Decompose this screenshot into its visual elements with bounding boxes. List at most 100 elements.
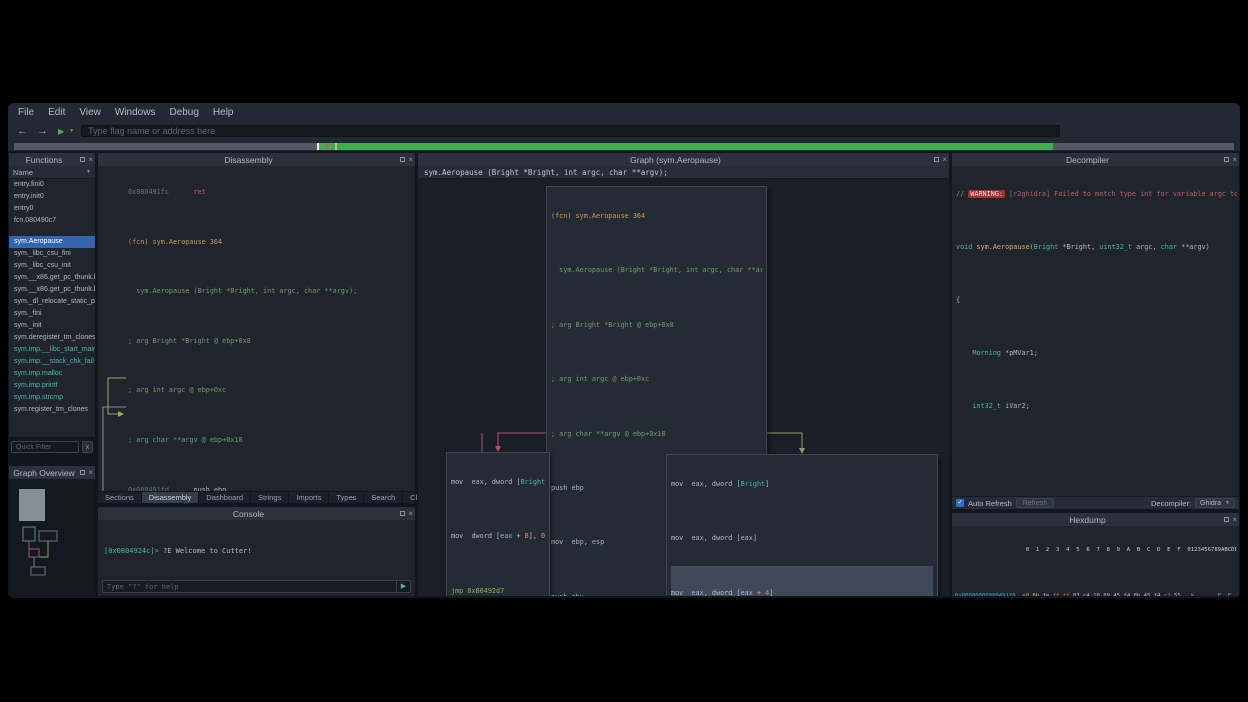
code-line[interactable]: (fcn) sym.Aeropause 364 (551, 189, 762, 243)
quick-filter-input[interactable] (11, 441, 79, 453)
console-panel-header[interactable]: Console × (98, 507, 415, 520)
decompiler-engine-dropdown[interactable]: Ghidra ▼ (1195, 498, 1235, 508)
close-icon[interactable]: × (1232, 516, 1237, 524)
function-list-item[interactable]: sym.imp.malloc (9, 368, 95, 380)
hexdump-panel-header[interactable]: Hexdump × (952, 513, 1239, 526)
code-line[interactable]: ; arg Bright *Bright @ ebp+0x8 (551, 298, 762, 352)
close-icon[interactable]: × (408, 156, 413, 164)
function-list-item[interactable]: sym.imp.strcmp (9, 392, 95, 404)
functions-sort-header[interactable]: Name ▼ (9, 166, 95, 179)
close-icon[interactable]: × (408, 510, 413, 518)
code-line[interactable]: mov eax, dword [Bright] (671, 457, 933, 511)
code-line[interactable]: mov eax, dword [eax] (671, 511, 933, 565)
tab-types[interactable]: Types (329, 492, 364, 503)
function-list-item[interactable]: entry.fini0 (9, 179, 95, 191)
functions-panel-header[interactable]: Functions × (9, 153, 95, 166)
close-icon[interactable]: × (88, 156, 93, 164)
undock-icon[interactable] (400, 511, 405, 516)
code-line[interactable]: ; arg Bright *Bright @ ebp+0x8 (128, 317, 413, 367)
code-line[interactable]: ; arg char **argv @ ebp+0x10 (128, 416, 413, 466)
tab-disassembly[interactable]: Disassembly (142, 492, 200, 503)
function-list-item[interactable]: sym.__x86.get_pc_thunk.bp (9, 272, 95, 284)
undock-icon[interactable] (400, 157, 405, 162)
code-line[interactable]: mov eax, dword [Bright] (451, 455, 545, 509)
disassembly-listing[interactable]: 0x080491fc ret(fcn) sym.Aeropause 364 sy… (98, 166, 415, 491)
code-line[interactable]: sym.Aeropause (Bright *Bright, int argc,… (551, 243, 762, 297)
code-line[interactable]: { (956, 274, 1237, 327)
code-line[interactable]: [0x0804924c]> ?E Welcome to Cutter! (104, 523, 409, 578)
code-line[interactable]: mov dword [eax + 8], 0 (451, 509, 545, 563)
undock-icon[interactable] (1224, 157, 1229, 162)
graph-overview-header[interactable]: Graph Overview × (9, 466, 95, 479)
auto-refresh-checkbox[interactable]: ✓ (956, 499, 964, 507)
function-list-item[interactable]: sym.imp.printf (9, 380, 95, 392)
code-line[interactable]: void sym.Aeropause(Bright *Bright, uint3… (956, 221, 1237, 274)
code-line[interactable]: pMVar1 = (Morning *)sym.imp.malloc(8); (956, 486, 1237, 496)
code-line[interactable]: sym.Aeropause (Bright *Bright, int argc,… (128, 267, 413, 317)
undock-icon[interactable] (934, 157, 939, 162)
menu-view[interactable]: View (79, 107, 101, 118)
close-icon[interactable]: × (942, 156, 947, 164)
function-list-item[interactable]: sym._init (9, 320, 95, 332)
code-line[interactable]: int32_t iVar2; (956, 380, 1237, 433)
function-list-item[interactable]: sym._libc_csu_init (9, 260, 95, 272)
code-line[interactable]: mov eax, dword [eax + 4] (671, 566, 933, 596)
function-list-item[interactable]: sym.__x86.get_pc_thunk.bx (9, 284, 95, 296)
run-icon[interactable]: ▶ (58, 127, 64, 136)
code-line[interactable]: ; arg int argc @ ebp+0xc (551, 352, 762, 406)
graph-panel-header[interactable]: Graph (sym.Aeropause) × (418, 153, 949, 166)
forward-button[interactable]: → (36, 124, 49, 138)
graph-node[interactable]: mov eax, dword [Bright]mov dword [eax + … (446, 452, 550, 596)
menu-windows[interactable]: Windows (115, 107, 156, 118)
clear-filter-button[interactable]: x (82, 441, 93, 453)
code-line[interactable]: (fcn) sym.Aeropause 364 (128, 218, 413, 268)
code-line[interactable]: Morning *pMVar1; (956, 327, 1237, 380)
tab-sections[interactable]: Sections (98, 492, 142, 503)
function-list-item[interactable]: sym._libc_csu_fini (9, 248, 95, 260)
menu-edit[interactable]: Edit (48, 107, 65, 118)
function-list-item[interactable]: sym.register_tm_clones (9, 404, 95, 416)
tab-imports[interactable]: Imports (289, 492, 329, 503)
tab-search[interactable]: Search (364, 492, 403, 503)
code-line[interactable]: 0x080491fc ret (128, 168, 413, 218)
function-list-item[interactable]: entry0 (9, 203, 95, 215)
menu-help[interactable]: Help (213, 107, 234, 118)
run-caret-icon[interactable]: ▼ (69, 128, 74, 134)
console-input[interactable] (103, 583, 396, 591)
undock-icon[interactable] (1224, 517, 1229, 522)
execute-icon[interactable]: ▶ (396, 581, 410, 592)
function-list-item[interactable]: entry.init0 (9, 191, 95, 203)
code-line[interactable]: jmp 0x80492d7 (451, 564, 545, 596)
decompiler-code[interactable]: // WARNING: [r2ghidra] Failed to match t… (952, 166, 1239, 496)
code-line[interactable] (956, 433, 1237, 486)
hexdump-body[interactable]: 0 1 2 3 4 5 6 7 8 9 A B C D E F 01234567… (952, 526, 1239, 596)
decompiler-panel-header[interactable]: Decompiler × (952, 153, 1239, 166)
disassembly-panel-header[interactable]: Disassembly × (98, 153, 415, 166)
tab-strings[interactable]: Strings (251, 492, 289, 503)
close-icon[interactable]: × (88, 469, 93, 477)
function-list-item[interactable]: sym.imp.__libc_start_main (9, 344, 95, 356)
back-button[interactable]: ← (16, 124, 29, 138)
close-icon[interactable]: × (1232, 156, 1237, 164)
hex-row[interactable]: 0x00000000080491f0 e8 6b fe ff ff 83 c4 … (955, 574, 1236, 596)
graph-overview-minimap[interactable] (9, 479, 95, 598)
omnibar-input[interactable] (81, 125, 1060, 137)
refresh-button[interactable]: Refresh (1016, 498, 1055, 508)
function-list-item[interactable]: sym._fini (9, 308, 95, 320)
seek-bar[interactable] (14, 143, 1234, 150)
undock-icon[interactable] (80, 470, 85, 475)
graph-node[interactable]: mov eax, dword [Bright]mov eax, dword [e… (666, 454, 938, 596)
menu-debug[interactable]: Debug (169, 107, 198, 118)
code-line[interactable]: // WARNING: [r2ghidra] Failed to match t… (956, 168, 1237, 221)
function-list-item[interactable]: sym.Aeropause (9, 236, 95, 248)
code-line[interactable]: ; arg char **argv @ ebp+0x10 (551, 407, 762, 461)
function-list-item[interactable]: sym.deregister_tm_clones (9, 332, 95, 344)
function-list-item[interactable]: fcn.080490c7 (9, 215, 95, 227)
menu-file[interactable]: File (18, 107, 34, 118)
tab-dashboard[interactable]: Dashboard (199, 492, 251, 503)
graph-canvas[interactable]: (fcn) sym.Aeropause 364 sym.Aeropause (B… (418, 179, 949, 596)
function-list-item[interactable]: sym._dl_relocate_static_pie (9, 296, 95, 308)
code-line[interactable]: 0x080491fd push ebp (128, 466, 413, 491)
undock-icon[interactable] (80, 157, 85, 162)
code-line[interactable]: ; arg int argc @ ebp+0xc (128, 366, 413, 416)
